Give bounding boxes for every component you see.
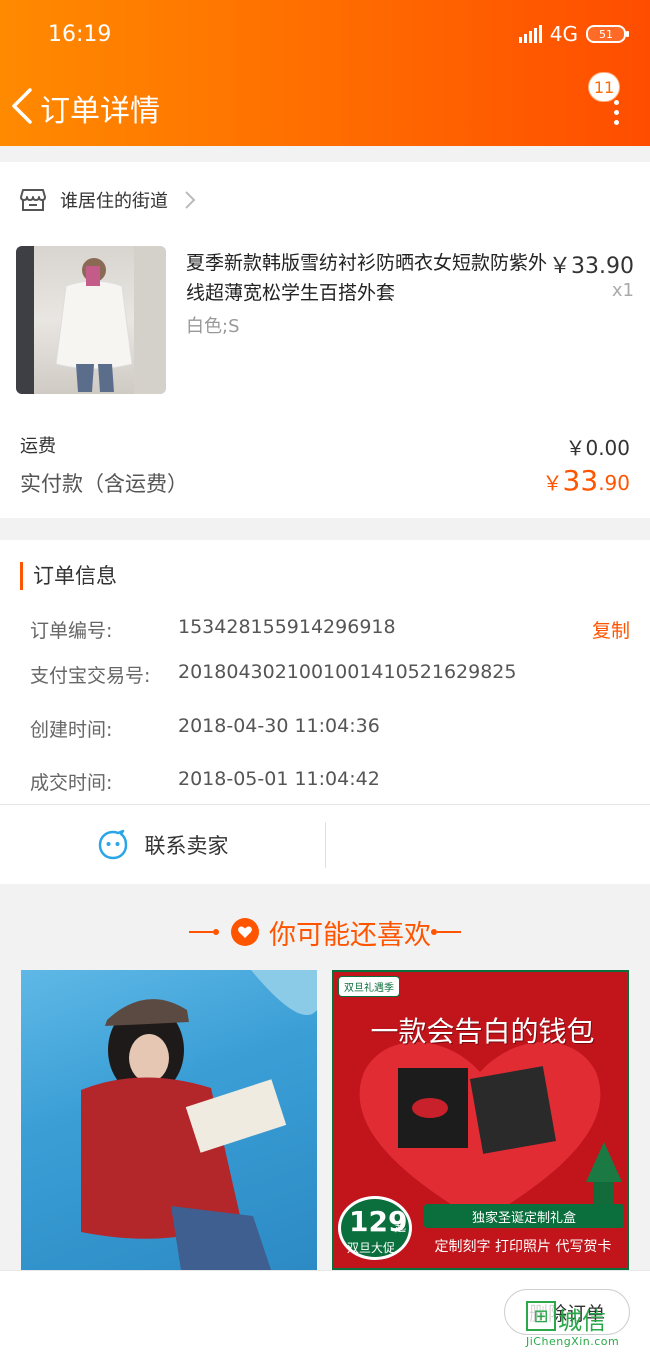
app-header: 16:19 4G 51 订单详情 11 (0, 0, 650, 146)
shipping-value: ￥0.00 (565, 436, 630, 460)
watermark-logo: ⊞ 城信 JiChengXin.com (526, 1301, 644, 1351)
watermark-icon: ⊞ (526, 1301, 556, 1331)
paid-decimal: .90 (598, 471, 630, 495)
product-photo-illustration (16, 246, 166, 394)
product-title[interactable]: 夏季新款韩版雪纺衬衫防晒衣女短款防紫外线超薄宽松学生百搭外套 (186, 248, 548, 308)
deal-time-label: 成交时间: (30, 772, 113, 794)
order-info-title: 订单信息 (20, 562, 117, 590)
message-count-badge: 11 (588, 72, 620, 102)
contact-seller-button[interactable]: 联系卖家 (0, 805, 325, 884)
decor-line-left (189, 929, 219, 935)
more-menu-button[interactable]: 11 (588, 72, 628, 132)
status-time: 16:19 (48, 22, 112, 47)
shop-icon (20, 189, 46, 211)
deal-time-value: 2018-05-01 11:04:42 (178, 768, 380, 790)
battery-icon: 51 (586, 25, 629, 43)
watermark-text: 城信 (558, 1307, 606, 1335)
status-indicators: 4G 51 (518, 22, 629, 46)
back-button[interactable] (8, 84, 38, 128)
alipay-trade-label: 支付宝交易号: (30, 665, 151, 687)
network-type: 4G (549, 22, 578, 46)
contact-seller-label: 联系卖家 (144, 833, 229, 858)
chevron-left-icon (12, 88, 32, 124)
created-time-label: 创建时间: (30, 719, 113, 741)
promo-headline: 一款会告白的钱包 (370, 1015, 595, 1048)
order-number-value: 153428155914296918 (178, 616, 396, 638)
promo-price-badge: 129 起 双旦大促 (338, 1196, 412, 1260)
alipay-trade-value: 2018043021001001410521629825 (178, 661, 517, 683)
paid-amount-label: 实付款（含运费） (20, 472, 188, 496)
paid-amount: ￥33.90 (543, 464, 630, 497)
created-time-value: 2018-04-30 11:04:36 (178, 715, 380, 737)
shop-link[interactable]: 谁居住的街道 (20, 184, 196, 216)
promo-price-suffix: 起 (395, 1221, 406, 1234)
promo-subline: 定制刻字 打印照片 代写贺卡 (434, 1239, 612, 1255)
paid-integer: 33 (562, 464, 599, 497)
shop-name: 谁居住的街道 (60, 191, 168, 212)
status-bar: 16:19 4G 51 (0, 0, 650, 72)
bottom-action-bar: 删除订单 ⊞ 城信 JiChengXin.com (0, 1270, 650, 1352)
shipping-label: 运费 (20, 436, 56, 457)
paid-currency: ￥ (542, 471, 563, 495)
order-item-card: 谁居住的街道 夏季新款韩版雪纺衬衫防晒衣女短款防紫外线超薄宽松学生百搭外套 白色… (0, 162, 650, 518)
page-title: 订单详情 (40, 94, 160, 129)
product-quantity: x1 (611, 280, 634, 301)
order-info-card: 订单信息 订单编号: 153428155914296918 复制 支付宝交易号:… (0, 540, 650, 884)
promo-price-label: 双旦大促 (347, 1241, 396, 1255)
recommendation-title: 你可能还喜欢 (269, 919, 431, 951)
more-dots-icon (614, 100, 620, 130)
product-image[interactable] (16, 246, 166, 394)
jacket-photo-illustration (81, 970, 317, 1270)
recommended-product-image[interactable]: 双旦礼遇季 一款会告白的钱包 129 起 双旦大促 独家圣诞定制礼盒 定制刻字 … (332, 970, 629, 1270)
product-price: ￥33.90 (549, 254, 634, 279)
recommended-product-image[interactable] (21, 970, 317, 1270)
signal-icon (518, 25, 542, 43)
chevron-right-icon (185, 191, 196, 209)
order-number-label: 订单编号: (30, 620, 113, 642)
nav-bar: 订单详情 11 (0, 72, 650, 146)
recommendation-header: 你可能还喜欢 (12, 904, 638, 960)
copy-order-number-button[interactable]: 复制 (592, 616, 630, 643)
watermark-url: JiChengXin.com (526, 1335, 620, 1348)
promo-tag: 双旦礼遇季 (338, 976, 400, 997)
product-sku: 白色;S (186, 316, 240, 337)
vertical-divider (325, 822, 326, 868)
battery-level: 51 (599, 27, 613, 41)
heart-icon (231, 918, 259, 946)
chat-face-icon (98, 829, 127, 859)
promo-banner: 独家圣诞定制礼盒 (424, 1204, 624, 1228)
decor-line-right (431, 929, 461, 935)
